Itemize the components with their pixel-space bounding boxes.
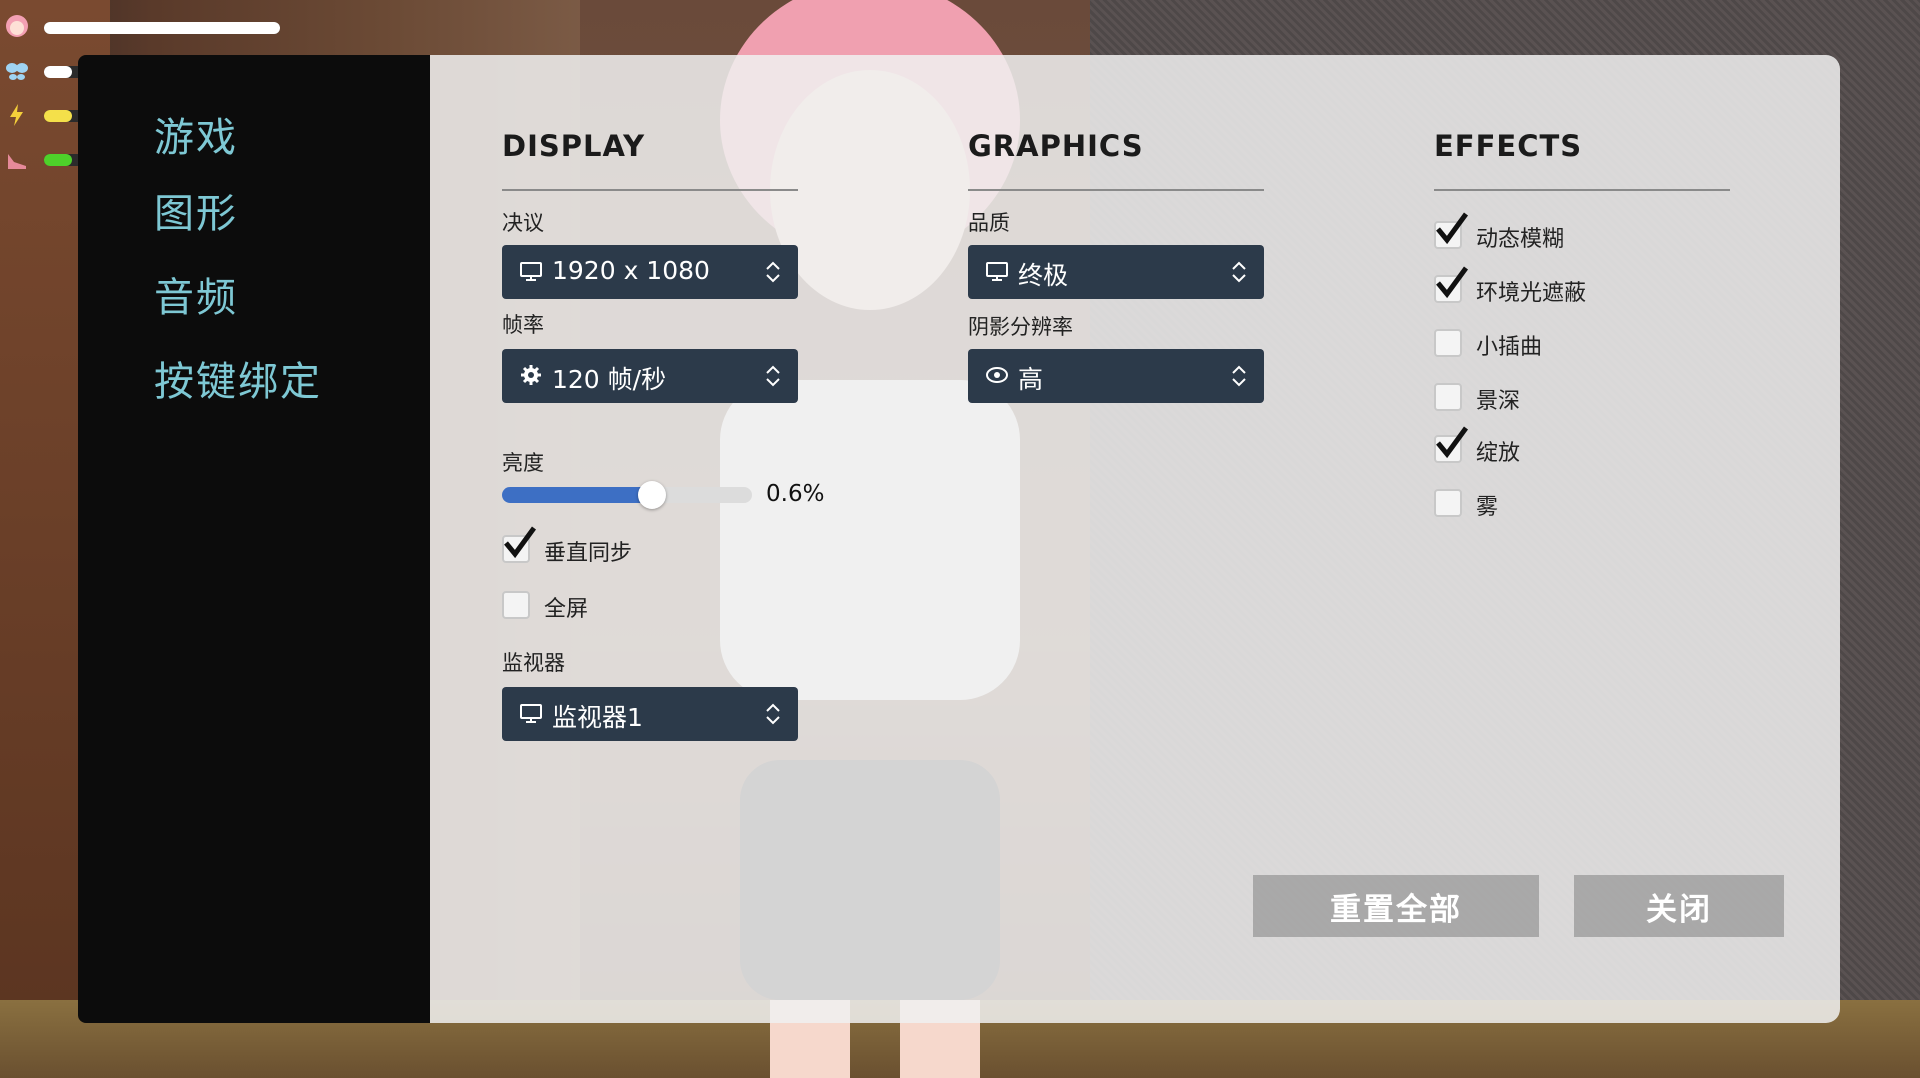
sidebar-item-graphics[interactable]: 图形 [154, 181, 238, 239]
effect-label: 绽放 [1476, 441, 1521, 466]
lightning-icon [4, 102, 30, 128]
framerate-dropdown[interactable]: 120 帧/秒 [502, 349, 798, 403]
effect-label: 景深 [1476, 389, 1521, 414]
energy-bar-fill [44, 110, 73, 122]
hud-row-health [0, 14, 300, 42]
shadow-resolution-dropdown[interactable]: 高 [968, 349, 1264, 403]
vsync-label: 垂直同步 [544, 541, 633, 566]
resolution-value: 1920 x 1080 [552, 256, 710, 285]
effect-label: 雾 [1476, 495, 1499, 520]
sidebar-item-game[interactable]: 游戏 [154, 105, 238, 163]
monitor-icon [520, 262, 542, 281]
display-divider [502, 189, 798, 191]
health-bar-fill [44, 22, 280, 34]
checkmark-icon [1436, 426, 1469, 459]
quality-label: 品质 [968, 211, 1010, 235]
effect-label: 小插曲 [1476, 335, 1543, 360]
chevron-updown-icon [766, 261, 780, 283]
resolution-dropdown[interactable]: 1920 x 1080 [502, 245, 798, 299]
brightness-slider-fill [502, 487, 652, 503]
wings-bar-fill [44, 66, 73, 78]
reset-all-button[interactable]: 重置全部 [1253, 875, 1539, 937]
graphics-divider [968, 189, 1264, 191]
checkmark-icon [1436, 266, 1469, 299]
effects-section-title: EFFECTS [1434, 129, 1583, 163]
checkbox-box[interactable] [1434, 329, 1462, 357]
monitor-label: 监视器 [502, 651, 565, 675]
brightness-label: 亮度 [502, 451, 544, 475]
stamina-bar-fill [44, 154, 73, 166]
resolution-label: 决议 [502, 211, 544, 235]
effect-label: 环境光遮蔽 [1476, 281, 1587, 306]
framerate-value: 120 帧/秒 [552, 365, 667, 394]
monitor-dropdown[interactable]: 监视器1 [502, 687, 798, 741]
game-scene: 游戏 图形 音频 按键绑定 DISPLAY 决议 1920 x 1080 帧率 … [0, 0, 1920, 1078]
chevron-updown-icon [766, 365, 780, 387]
graphics-section-title: GRAPHICS [968, 129, 1144, 163]
health-bar [44, 22, 280, 34]
settings-sidebar: 游戏 图形 音频 按键绑定 [78, 55, 430, 1023]
sidebar-item-audio[interactable]: 音频 [154, 265, 238, 323]
checkmark-icon [1436, 212, 1469, 245]
monitor-icon [986, 262, 1008, 281]
framerate-label: 帧率 [502, 313, 544, 337]
chevron-updown-icon [1232, 365, 1246, 387]
close-button[interactable]: 关闭 [1574, 875, 1784, 937]
chevron-updown-icon [766, 703, 780, 725]
wings-icon [4, 58, 30, 84]
effects-divider [1434, 189, 1730, 191]
checkbox-box[interactable] [1434, 383, 1462, 411]
avatar-icon [4, 14, 30, 40]
effect-label: 动态模糊 [1476, 227, 1565, 252]
shadow-resolution-value: 高 [1018, 365, 1044, 394]
shoe-icon [4, 146, 30, 172]
checkmark-icon [504, 526, 537, 559]
fullscreen-checkbox-box[interactable] [502, 591, 530, 619]
brightness-value: 0.6% [766, 481, 825, 507]
monitor-icon [520, 704, 542, 723]
gear-icon [521, 365, 541, 385]
chevron-updown-icon [1232, 261, 1246, 283]
monitor-value: 监视器1 [552, 703, 643, 732]
checkbox-box[interactable] [1434, 489, 1462, 517]
display-section-title: DISPLAY [502, 129, 646, 163]
brightness-slider-handle[interactable] [638, 481, 666, 509]
eye-icon [986, 367, 1008, 383]
fullscreen-label: 全屏 [544, 597, 589, 622]
shadow-resolution-label: 阴影分辨率 [968, 315, 1073, 339]
quality-value: 终极 [1018, 261, 1069, 290]
sidebar-item-keybindings[interactable]: 按键绑定 [154, 349, 322, 407]
quality-dropdown[interactable]: 终极 [968, 245, 1264, 299]
brightness-slider[interactable] [502, 481, 752, 509]
